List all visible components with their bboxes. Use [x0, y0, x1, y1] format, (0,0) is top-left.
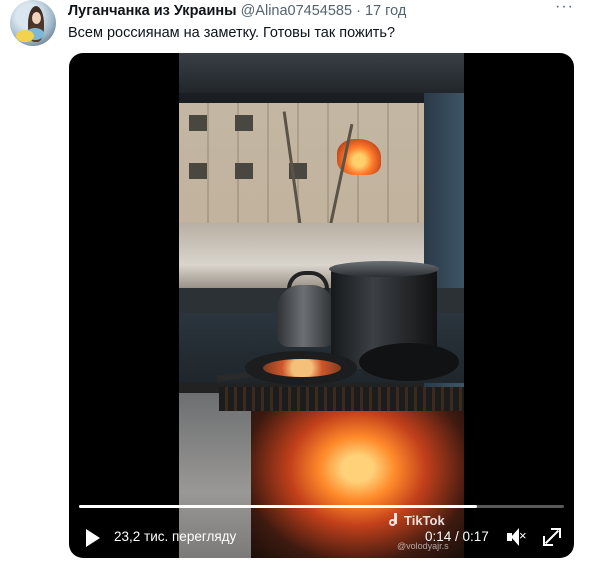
avatar-face [32, 12, 41, 24]
tiktok-icon [389, 513, 401, 527]
volume-muted-icon[interactable]: × [505, 525, 527, 549]
speaker-cone [511, 528, 519, 546]
watermark-text: TikTok [404, 513, 445, 528]
pot-lid [329, 261, 439, 277]
building-window [189, 163, 207, 179]
author-handle[interactable]: @Alina07454585 [241, 3, 352, 19]
tweet-time[interactable]: 17 год [365, 3, 406, 19]
play-icon[interactable] [82, 527, 104, 549]
tweet-text: Всем россиянам на заметку. Готовы так по… [68, 25, 396, 41]
tweet-header: Луганчанка из Украины @Alina07454585 · 1… [68, 2, 406, 20]
author-name[interactable]: Луганчанка из Украины [68, 3, 237, 19]
building-window [235, 163, 253, 179]
video-player[interactable]: TikTok @volodyajr.s 23,2 тис. переглядy … [69, 53, 574, 558]
tiktok-watermark: TikTok [389, 513, 445, 528]
avatar-flowers [16, 30, 34, 42]
pan-food [263, 359, 341, 377]
scene-second-pan [359, 343, 459, 381]
view-count: 23,2 тис. переглядy [114, 529, 237, 544]
scene-window-frame [179, 93, 464, 103]
more-options-icon[interactable]: ··· [555, 0, 573, 18]
video-frame[interactable]: TikTok @volodyajr.s [179, 53, 464, 558]
building-window [189, 115, 207, 131]
video-progress-bar[interactable] [79, 505, 564, 508]
building-window [235, 115, 253, 131]
video-timecode: 0:14 / 0:17 [425, 529, 489, 544]
fullscreen-icon[interactable] [541, 526, 563, 548]
author-avatar[interactable] [10, 0, 56, 46]
video-progress-fill [79, 505, 477, 508]
mute-x: × [519, 528, 527, 543]
scene-grill [219, 387, 464, 411]
scene-kettle [277, 285, 335, 347]
header-separator: · [356, 3, 361, 19]
